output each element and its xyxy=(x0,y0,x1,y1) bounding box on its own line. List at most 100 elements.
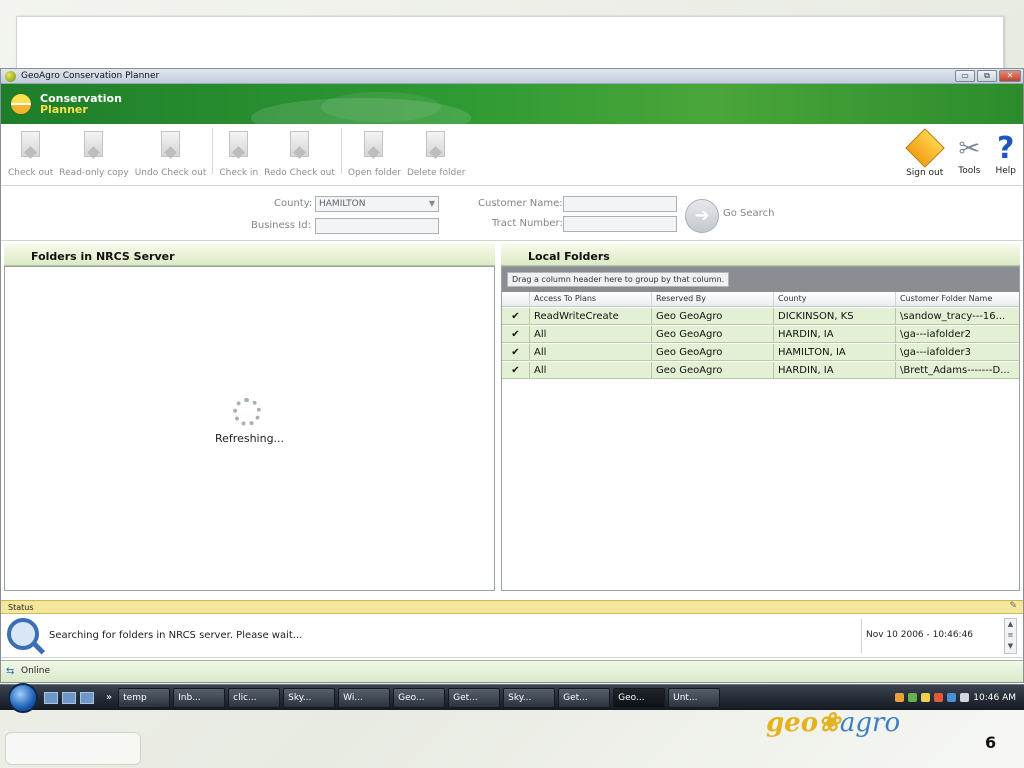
toolbar-separator xyxy=(212,128,214,174)
tract-number-label: Tract Number: xyxy=(492,218,563,229)
maximize-button[interactable]: ⧉ xyxy=(977,70,997,82)
tray-icon[interactable] xyxy=(934,693,944,702)
status-column-header[interactable] xyxy=(502,292,530,306)
checkmark-icon: ✔ xyxy=(502,308,530,324)
taskbar-item[interactable]: temp xyxy=(118,687,171,708)
group-by-bar[interactable]: Drag a column header here to group by th… xyxy=(502,267,1019,292)
tray-icon[interactable] xyxy=(947,693,957,702)
table-row[interactable]: ✔ ReadWriteCreate Geo GeoAgro DICKINSON,… xyxy=(502,308,1019,325)
redo-check-out-button[interactable]: Redo Check out xyxy=(264,130,335,178)
undo-check-out-label: Undo Check out xyxy=(134,168,207,178)
app-icon xyxy=(5,70,16,82)
window-controls: ▭ ⧉ ✕ xyxy=(955,70,1021,82)
grid-header: Access To Plans Reserved By County Custo… xyxy=(502,292,1019,307)
taskbar-item[interactable]: clic... xyxy=(228,687,281,708)
tools-icon: ✂ xyxy=(958,134,981,164)
taskbar-item[interactable]: Get... xyxy=(448,687,501,708)
open-folder-icon xyxy=(361,130,387,164)
redo-check-out-icon xyxy=(287,130,313,164)
taskbar-item[interactable]: Sky... xyxy=(283,687,336,708)
close-button[interactable]: ✕ xyxy=(999,70,1021,82)
conservation-logo-icon xyxy=(10,93,32,115)
nrcs-panel-header: Folders in NRCS Server xyxy=(4,244,495,266)
business-id-field[interactable] xyxy=(315,218,439,234)
windows-taskbar: » temp Inb... clic... Sky... Wi... Geo..… xyxy=(0,682,1024,713)
taskbar-item-active[interactable]: Geo... xyxy=(613,687,666,708)
business-id-label: Business Id: xyxy=(251,220,311,231)
sign-out-button[interactable]: Sign out xyxy=(904,128,945,178)
toolbar-separator xyxy=(340,128,342,174)
volume-icon[interactable] xyxy=(960,693,970,702)
help-button[interactable]: ? Help xyxy=(995,132,1016,178)
banner-decoration-2 xyxy=(321,92,441,122)
tract-number-field[interactable] xyxy=(563,216,677,232)
help-label: Help xyxy=(995,166,1016,176)
checkmark-icon: ✔ xyxy=(502,326,530,342)
cell-reserved-by: Geo GeoAgro xyxy=(652,326,774,342)
logo-agro: agro xyxy=(839,708,901,738)
search-icon xyxy=(7,618,39,650)
check-in-icon xyxy=(226,130,252,164)
cell-access: All xyxy=(530,326,652,342)
help-icon: ? xyxy=(997,131,1015,166)
delete-folder-label: Delete folder xyxy=(406,168,466,178)
customer-name-label: Customer Name: xyxy=(478,198,563,209)
column-header-county[interactable]: County xyxy=(774,292,896,306)
checkmark-icon: ✔ xyxy=(502,344,530,360)
check-out-button[interactable]: Check out xyxy=(8,130,53,178)
tray-icon[interactable] xyxy=(908,693,918,702)
column-header-access[interactable]: Access To Plans xyxy=(530,292,652,306)
table-row[interactable]: ✔ All Geo GeoAgro HAMILTON, IA \ga---iaf… xyxy=(502,344,1019,361)
undo-check-out-button[interactable]: Undo Check out xyxy=(134,130,207,178)
slide-header-box xyxy=(16,16,1004,70)
status-scrollbar[interactable]: ▲ ≡ ▼ xyxy=(1004,618,1017,654)
more-chevron-icon[interactable]: » xyxy=(106,692,112,703)
taskbar-item[interactable]: Geo... xyxy=(393,687,446,708)
status-timestamp: Nov 10 2006 - 10:46:46 xyxy=(861,619,1003,653)
slide-number: 6 xyxy=(985,733,997,752)
show-desktop-icon[interactable] xyxy=(44,691,58,704)
open-folder-button[interactable]: Open folder xyxy=(348,130,401,178)
tray-icon[interactable] xyxy=(921,693,931,702)
toolbar-right-group: Sign out ✂ Tools ? Help xyxy=(903,128,1019,178)
cell-county: HARDIN, IA xyxy=(774,326,896,342)
loading-spinner-icon xyxy=(233,398,261,426)
switch-windows-icon[interactable] xyxy=(62,691,76,704)
taskbar-item[interactable]: Inb... xyxy=(173,687,226,708)
connection-status-bar: ⇆ Online xyxy=(1,660,1023,682)
logo-geo: geo xyxy=(766,708,819,738)
taskbar-item[interactable]: Unt... xyxy=(668,687,721,708)
go-search-arrow-icon[interactable]: ➔ xyxy=(685,199,719,233)
nrcs-folders-panel: Refreshing... xyxy=(4,266,495,591)
status-message: Searching for folders in NRCS server. Pl… xyxy=(49,630,303,641)
redo-check-out-label: Redo Check out xyxy=(264,168,335,178)
customer-name-field[interactable] xyxy=(563,196,677,212)
minimize-button[interactable]: ▭ xyxy=(955,70,975,82)
go-search-label[interactable]: Go Search xyxy=(723,208,774,219)
connection-status: Online xyxy=(21,666,51,676)
toolbar: Check out Read-only copy Undo Check out … xyxy=(1,124,1023,186)
check-in-button[interactable]: Check in xyxy=(219,130,258,178)
county-dropdown[interactable]: HAMILTON ▼ xyxy=(315,196,439,212)
taskbar-item[interactable]: Wi... xyxy=(338,687,391,708)
delete-folder-button[interactable]: Delete folder xyxy=(407,130,466,178)
status-body: Searching for folders in NRCS server. Pl… xyxy=(1,615,1023,658)
taskbar-item[interactable]: Get... xyxy=(558,687,611,708)
start-button[interactable] xyxy=(8,682,38,713)
column-header-folder-name[interactable]: Customer Folder Name xyxy=(896,292,1019,306)
browser-icon[interactable] xyxy=(80,691,94,704)
tray-icon[interactable] xyxy=(895,693,905,702)
search-area: County: HAMILTON ▼ Business Id: Customer… xyxy=(1,186,1023,241)
cell-access: All xyxy=(530,344,652,360)
tools-button[interactable]: ✂ Tools xyxy=(958,132,980,178)
status-header-label: Status xyxy=(8,603,34,612)
check-in-label: Check in xyxy=(219,168,259,178)
table-row[interactable]: ✔ All Geo GeoAgro HARDIN, IA \ga---iafol… xyxy=(502,326,1019,343)
table-row[interactable]: ✔ All Geo GeoAgro HARDIN, IA \Brett_Adam… xyxy=(502,362,1019,379)
pin-icon[interactable]: ✎ xyxy=(1009,601,1017,611)
taskbar-clock[interactable]: 10:46 AM xyxy=(973,693,1016,703)
taskbar-item[interactable]: Sky... xyxy=(503,687,556,708)
column-header-reserved-by[interactable]: Reserved By xyxy=(652,292,774,306)
cell-folder-name: \Brett_Adams-------D... xyxy=(900,365,1010,376)
read-only-copy-button[interactable]: Read-only copy xyxy=(59,130,129,178)
